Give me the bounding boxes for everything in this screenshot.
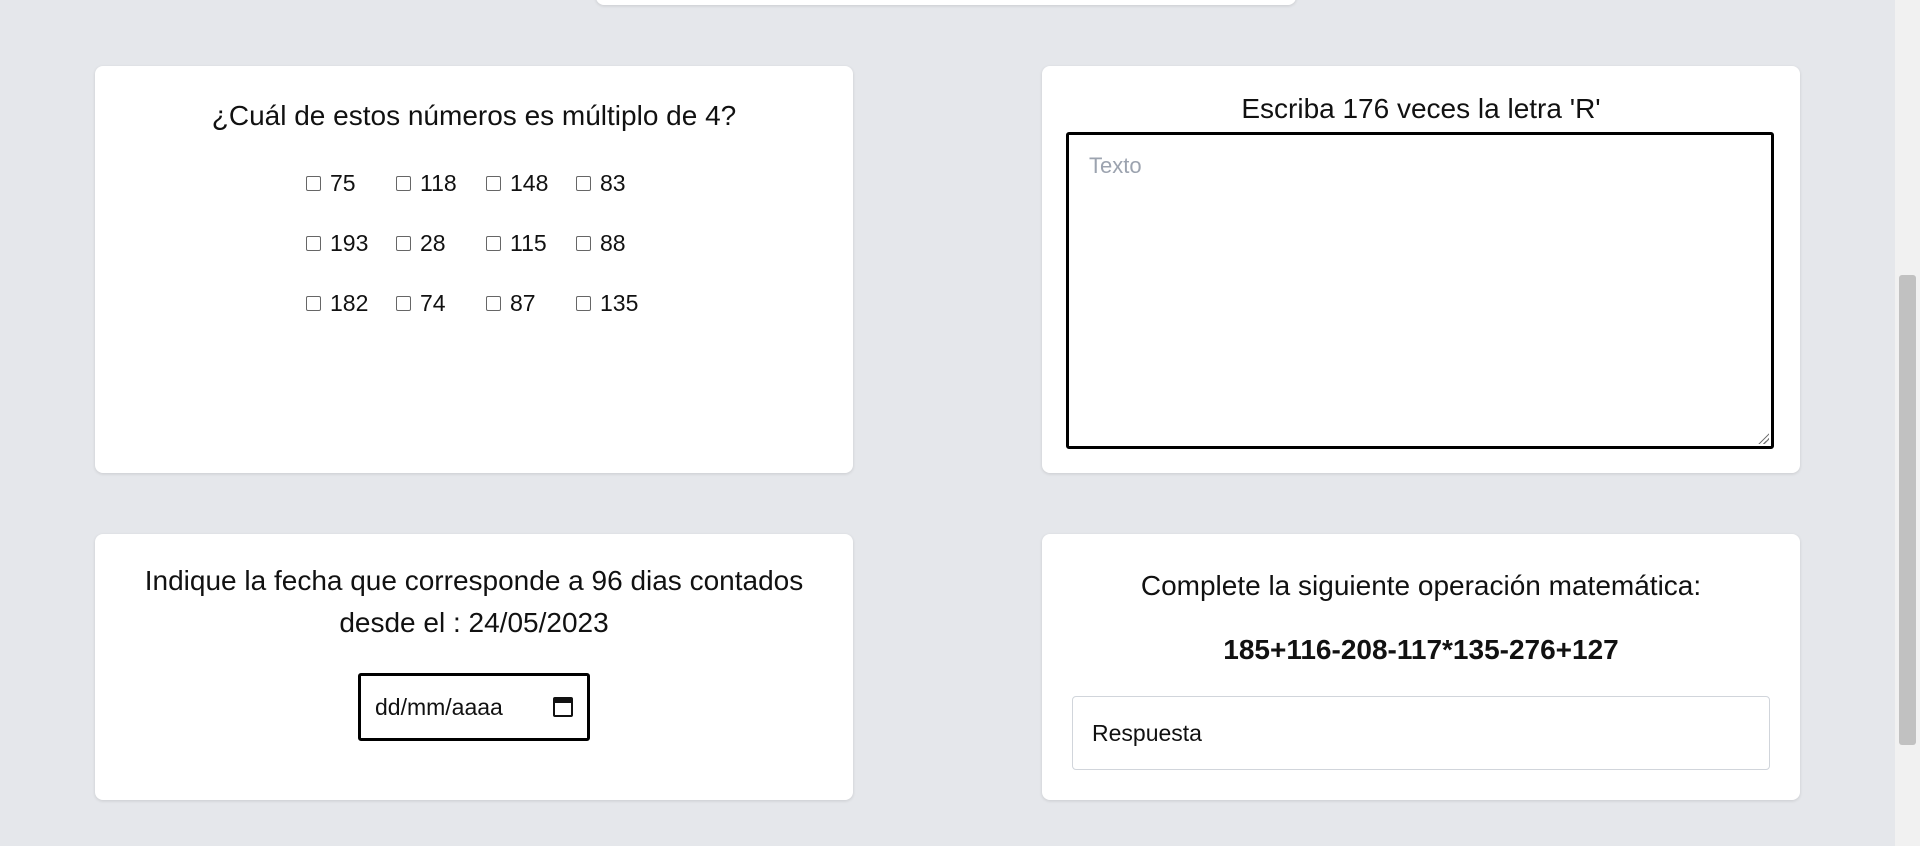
checkbox[interactable]	[396, 175, 411, 191]
answer-input[interactable]: Respuesta	[1072, 696, 1770, 770]
option-182[interactable]: 182	[306, 287, 396, 319]
checkbox[interactable]	[306, 175, 321, 191]
option-label: 75	[330, 169, 356, 196]
option-28[interactable]: 28	[396, 227, 486, 259]
math-task-card: Complete la siguiente operación matemáti…	[1042, 534, 1800, 800]
option-label: 193	[330, 229, 369, 256]
checkbox[interactable]	[486, 175, 501, 191]
date-placeholder: dd/mm/aaaa	[375, 693, 503, 720]
date-task-question: Indique la fecha que corresponde a 96 di…	[144, 565, 804, 638]
checkbox[interactable]	[576, 175, 591, 191]
checkbox[interactable]	[576, 295, 591, 311]
option-118[interactable]: 118	[396, 167, 486, 199]
option-115[interactable]: 115	[486, 227, 576, 259]
date-task-card: Indique la fecha que corresponde a 96 di…	[95, 534, 853, 800]
option-label: 115	[510, 229, 547, 256]
text-task-card: Escriba 176 veces la letra 'R' Texto	[1042, 66, 1800, 473]
checkbox[interactable]	[486, 295, 501, 311]
option-label: 83	[600, 169, 626, 196]
resize-handle-icon[interactable]	[1757, 432, 1769, 444]
option-74[interactable]: 74	[396, 287, 486, 319]
scrollbar-thumb[interactable]	[1899, 275, 1916, 745]
checkbox[interactable]	[396, 235, 411, 251]
math-expression: 185+116-208-117*135-276+127	[1223, 634, 1619, 665]
checkbox[interactable]	[396, 295, 411, 311]
option-label: 148	[510, 169, 549, 196]
answer-placeholder: Respuesta	[1092, 719, 1202, 746]
option-label: 118	[420, 169, 457, 196]
option-88[interactable]: 88	[576, 227, 666, 259]
option-label: 28	[420, 229, 446, 256]
text-task-instruction: Escriba 176 veces la letra 'R'	[1241, 93, 1601, 124]
option-label: 88	[600, 229, 626, 256]
option-label: 74	[420, 289, 446, 316]
option-193[interactable]: 193	[306, 227, 396, 259]
multiple-choice-card: ¿Cuál de estos números es múltiplo de 4?…	[95, 66, 853, 473]
option-135[interactable]: 135	[576, 287, 666, 319]
checkbox[interactable]	[306, 235, 321, 251]
checkbox[interactable]	[306, 295, 321, 311]
option-label: 182	[330, 289, 369, 316]
option-83[interactable]: 83	[576, 167, 666, 199]
checkbox[interactable]	[486, 235, 501, 251]
options-grid: 75 118 148 83 193 28 115 88 182 74 87 13…	[306, 167, 666, 319]
date-input[interactable]: dd/mm/aaaa	[358, 673, 590, 741]
checkbox[interactable]	[576, 235, 591, 251]
text-input[interactable]: Texto	[1066, 132, 1774, 449]
page-scrollbar[interactable]	[1895, 0, 1920, 846]
option-87[interactable]: 87	[486, 287, 576, 319]
math-task-instruction: Complete la siguiente operación matemáti…	[1140, 570, 1702, 601]
previous-card	[596, 0, 1296, 5]
text-placeholder: Texto	[1089, 153, 1142, 178]
option-148[interactable]: 148	[486, 167, 576, 199]
calendar-icon[interactable]	[553, 697, 573, 717]
option-label: 135	[600, 289, 639, 316]
option-label: 87	[510, 289, 536, 316]
multiple-choice-question: ¿Cuál de estos números es múltiplo de 4?	[211, 100, 737, 131]
option-75[interactable]: 75	[306, 167, 396, 199]
